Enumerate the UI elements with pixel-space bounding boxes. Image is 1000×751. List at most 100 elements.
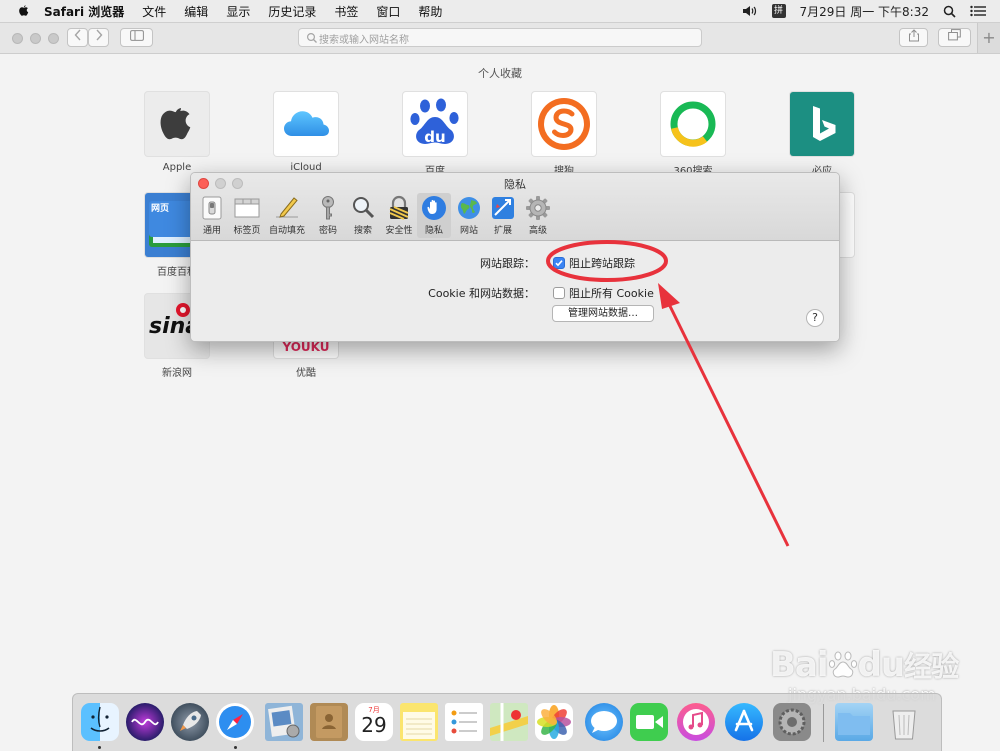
dock-trash[interactable] [885, 703, 923, 741]
safari-compass-icon [219, 706, 251, 738]
forward-button[interactable] [88, 28, 109, 47]
notification-center-icon[interactable] [970, 5, 986, 17]
prevent-cross-site-tracking-label: 阻止跨站跟踪 [569, 257, 635, 270]
window-minimize-button[interactable] [30, 33, 41, 44]
dock-safari-running-indicator [234, 746, 237, 749]
dock: 7月 29 [72, 693, 942, 751]
window-close-button[interactable] [12, 33, 23, 44]
chevron-left-icon [74, 29, 81, 41]
safari-toolbar: 搜索或输入网站名称 + [0, 23, 1000, 54]
dock-siri[interactable] [126, 703, 164, 741]
favorite-baidu[interactable]: du [403, 92, 467, 156]
spotlight-search-icon[interactable] [943, 5, 956, 18]
trash-icon [892, 710, 916, 740]
prevent-cross-site-tracking-checkbox[interactable] [553, 257, 565, 269]
address-bar[interactable]: 搜索或输入网站名称 [298, 28, 702, 47]
dock-system-preferences[interactable] [773, 703, 811, 741]
prefs-title: 隐私 [504, 178, 526, 191]
block-all-cookies-checkbox[interactable] [553, 287, 565, 299]
tab-overview-button[interactable] [938, 28, 971, 47]
music-note-icon [683, 709, 709, 735]
siri-icon [131, 718, 159, 726]
folder-icon [838, 713, 870, 735]
dock-messages[interactable] [585, 703, 623, 741]
reminders-list-icon [451, 710, 477, 734]
menu-history[interactable]: 历史记录 [268, 3, 316, 20]
dock-preview[interactable] [265, 703, 303, 741]
dock-launchpad[interactable] [171, 703, 209, 741]
new-tab-button[interactable]: + [977, 23, 1000, 53]
baidu-tile-text: du [424, 128, 446, 146]
watermark-brand-part2: du [857, 645, 906, 685]
menu-view[interactable]: 显示 [226, 3, 250, 20]
photos-flower-icon [537, 705, 571, 739]
dock-notes[interactable] [400, 703, 438, 741]
dock-safari[interactable] [216, 703, 254, 741]
manage-website-data-button[interactable]: 管理网站数据… [552, 305, 654, 322]
menu-file[interactable]: 文件 [142, 3, 166, 20]
favorite-apple[interactable] [145, 92, 209, 156]
dock-downloads-folder[interactable] [835, 703, 873, 741]
favorite-bing[interactable] [790, 92, 854, 156]
menu-clock[interactable]: 7月29日 周一 下午8:32 [800, 3, 929, 20]
dock-calendar[interactable]: 7月 29 [355, 703, 393, 741]
hand-privacy-icon [422, 196, 446, 220]
prefs-toolbar: 隐私 通用 标签页 自动填充 密码 搜索 安全性 隐私 网站 扩展 高级 [191, 173, 839, 241]
magnifier-icon [353, 197, 375, 219]
watermark-brand-cn: 经验 [904, 650, 959, 683]
lock-icon [389, 195, 409, 220]
watermark-brand: Bai du经验 [770, 645, 959, 685]
tab-advanced-label: 高级 [528, 226, 547, 236]
share-button[interactable] [899, 28, 928, 47]
tabs-pane-icon [234, 198, 260, 218]
360-search-icon [670, 101, 716, 147]
share-icon [908, 29, 919, 42]
favorite-icloud[interactable] [274, 92, 338, 156]
search-icon [306, 32, 317, 43]
dock-finder-running-indicator [98, 746, 101, 749]
pencil-icon [276, 197, 298, 218]
globe-icon [458, 197, 480, 219]
menu-edit[interactable]: 编辑 [184, 3, 208, 20]
apple-menu-icon[interactable] [16, 4, 30, 18]
icloud-icon [284, 111, 329, 136]
menu-help[interactable]: 帮助 [418, 3, 442, 20]
baike-tile-text: 网页 [151, 204, 170, 214]
dock-finder[interactable] [81, 703, 119, 741]
volume-icon[interactable] [742, 5, 758, 17]
sidebar-button[interactable] [120, 28, 153, 47]
cookies-label: Cookie 和网站数据： [428, 287, 535, 300]
privacy-preferences-window: 隐私 通用 标签页 自动填充 密码 搜索 安全性 隐私 网站 扩展 高级 网站跟… [190, 172, 840, 342]
dock-photos[interactable] [535, 703, 573, 741]
favorite-360[interactable] [661, 92, 725, 156]
dock-facetime[interactable] [630, 703, 668, 741]
baidu-paw-icon [410, 98, 459, 144]
dock-app-store[interactable] [725, 703, 763, 741]
menu-bar: Safari 浏览器 文件 编辑 显示 历史记录 书签 窗口 帮助 拼 7月29… [0, 0, 1000, 23]
help-button[interactable]: ? [806, 309, 824, 327]
tab-tabs[interactable]: 标签页 [230, 193, 264, 238]
baidu-paw-watermark-icon [828, 651, 857, 678]
dock-separator [823, 704, 824, 742]
input-method-icon[interactable]: 拼 [771, 4, 786, 18]
dock-maps[interactable] [490, 703, 528, 741]
favorites-title: 个人收藏 [478, 67, 522, 80]
menu-app-name[interactable]: Safari 浏览器 [44, 3, 124, 20]
privacy-pane: 网站跟踪： 阻止跨站跟踪 Cookie 和网站数据： 阻止所有 Cookie 管… [191, 241, 839, 341]
menu-window[interactable]: 窗口 [376, 3, 400, 20]
dock-itunes[interactable] [677, 703, 715, 741]
checkmark-icon [555, 260, 563, 267]
window-zoom-button[interactable] [48, 33, 59, 44]
gear-icon [526, 196, 550, 220]
tab-autofill[interactable]: 自动填充 [269, 193, 305, 238]
favorite-sogou[interactable] [532, 92, 596, 156]
favorite-youku-label: 优酷 [296, 368, 316, 379]
dock-reminders[interactable] [445, 703, 483, 741]
menu-bookmarks[interactable]: 书签 [334, 3, 358, 20]
dock-contacts[interactable] [310, 703, 348, 741]
tab-advanced[interactable]: 高级 [521, 193, 555, 238]
gear-icon [778, 708, 806, 736]
sidebar-icon [129, 30, 144, 41]
youku-tile-text: YOUKU [282, 340, 330, 354]
back-button[interactable] [67, 28, 88, 47]
